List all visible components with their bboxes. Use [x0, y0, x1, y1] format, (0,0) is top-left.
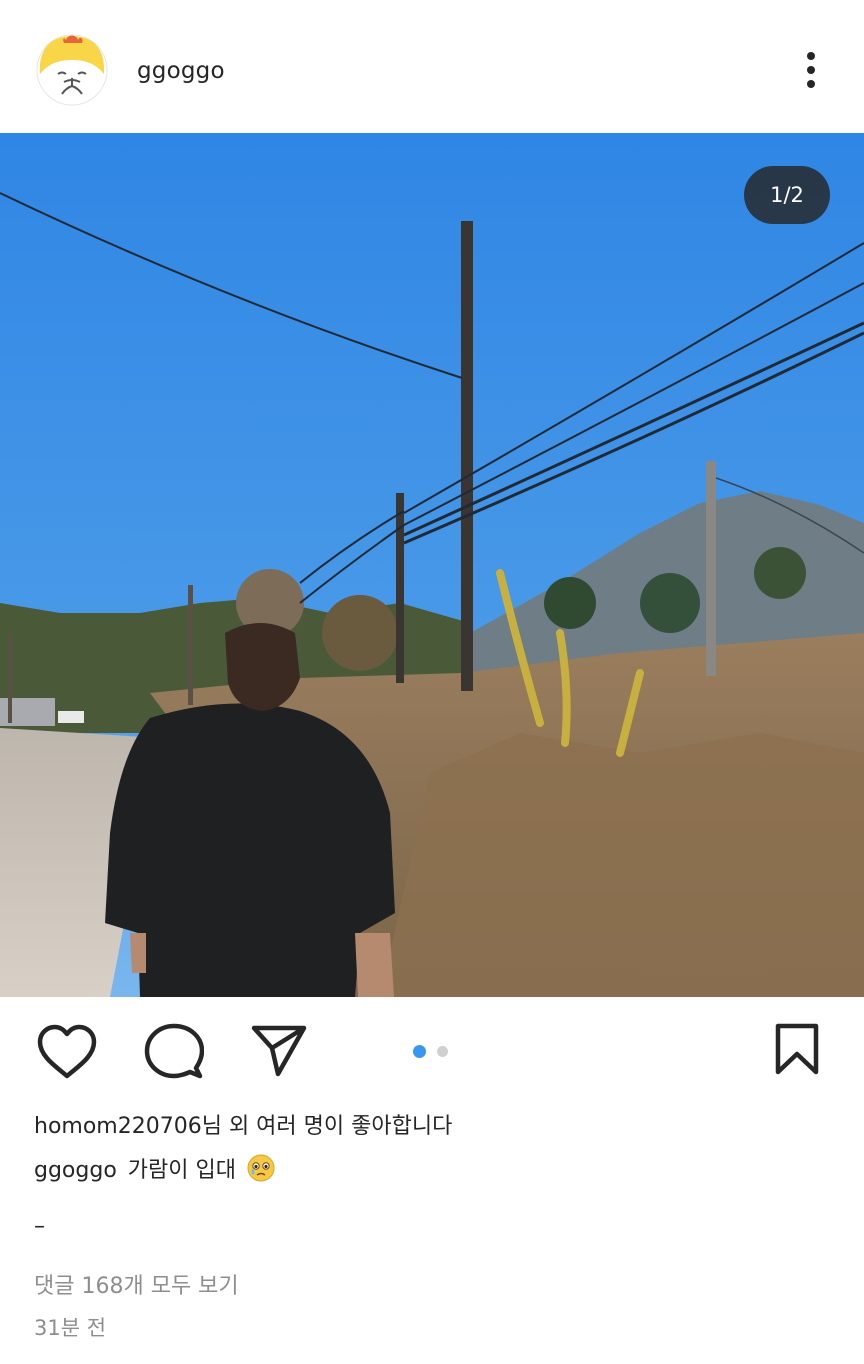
image-counter-badge: 1/2: [744, 166, 830, 224]
header-username[interactable]: ggoggo: [137, 58, 225, 84]
carousel-dot-inactive: [437, 1046, 448, 1057]
post-timestamp: 31분 전: [34, 1316, 107, 1340]
bookmark-icon[interactable]: [772, 1022, 822, 1078]
post-header: ggoggo: [0, 0, 864, 133]
post-photo[interactable]: [0, 133, 864, 997]
carousel-dot-active: [413, 1045, 426, 1058]
share-send-icon[interactable]: [250, 1022, 308, 1078]
caption-separator: –: [34, 1214, 45, 1239]
caption: ggoggo 가람이 입대: [34, 1152, 275, 1188]
carousel-indicator: [413, 1045, 449, 1058]
caption-username[interactable]: ggoggo: [34, 1158, 117, 1183]
avatar-chick-icon: [36, 34, 108, 106]
more-options-icon[interactable]: [796, 48, 826, 94]
post-photo-illustration: [0, 133, 864, 997]
like-heart-icon[interactable]: [36, 1024, 98, 1080]
caption-text: 가람이 입대: [127, 1158, 236, 1183]
view-all-comments-link[interactable]: 댓글 168개 모두 보기: [34, 1268, 239, 1300]
likes-summary[interactable]: homom220706님 외 여러 명이 좋아합니다: [34, 1108, 452, 1140]
avatar[interactable]: [36, 34, 108, 106]
face-holding-back-tears-icon: [247, 1154, 275, 1188]
comment-bubble-icon[interactable]: [144, 1022, 205, 1082]
